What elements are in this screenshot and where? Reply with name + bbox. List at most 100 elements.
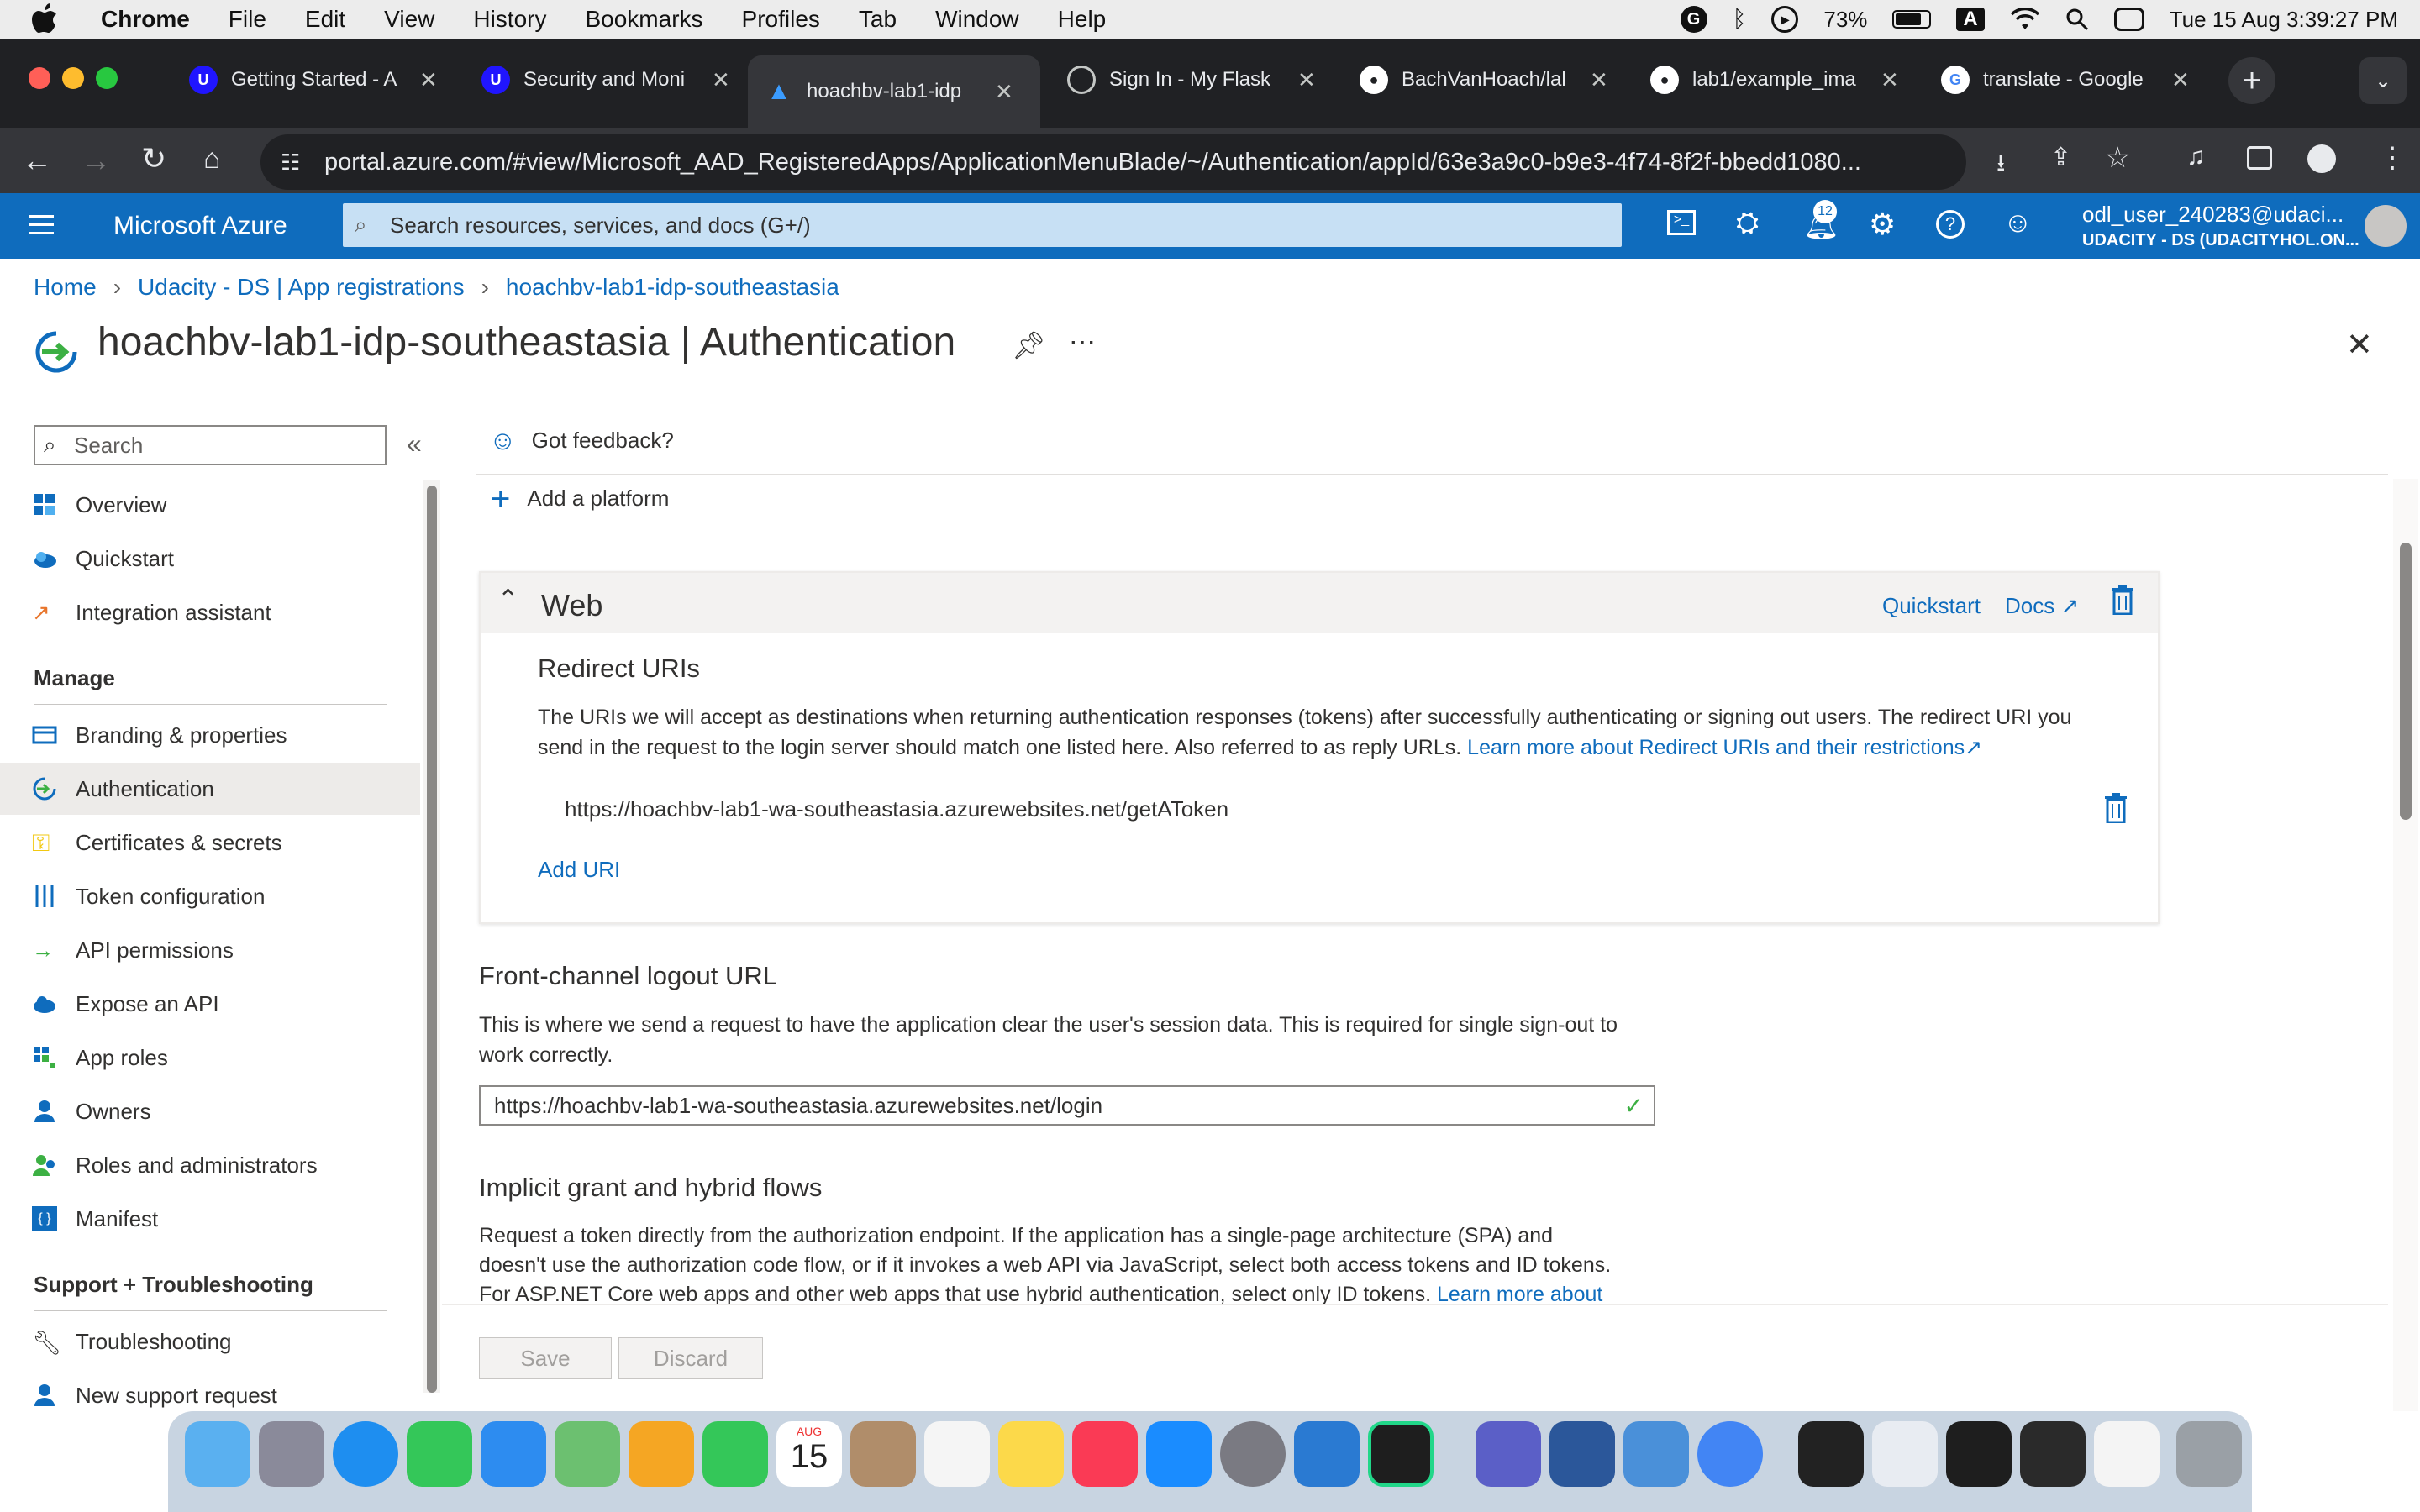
site-info-icon[interactable]: ☷ <box>281 150 300 176</box>
notes-icon[interactable] <box>998 1421 1064 1487</box>
grammarly-icon[interactable]: G <box>1680 6 1707 33</box>
close-window-button[interactable] <box>29 67 50 89</box>
menu-file[interactable]: File <box>229 6 266 33</box>
forward-icon[interactable]: → <box>81 143 111 178</box>
feedback-button[interactable]: ☺ Got feedback? <box>489 425 674 456</box>
browser-tab[interactable]: ● lab1/example_ima ✕ <box>1634 50 1911 109</box>
sidebar-item-api-permissions[interactable]: → API permissions <box>0 924 420 976</box>
calendar-icon[interactable]: AUG 15 <box>776 1421 842 1487</box>
menubar-clock[interactable]: Tue 15 Aug 3:39:27 PM <box>2170 7 2398 33</box>
add-uri-link[interactable]: Add URI <box>538 857 620 883</box>
redirect-uri-value[interactable]: https://hoachbv-lab1-wa-southeastasia.az… <box>565 796 1228 822</box>
cloud-shell-icon[interactable]: >_ <box>1667 210 1696 235</box>
menu-edit[interactable]: Edit <box>305 6 345 33</box>
close-tab-icon[interactable]: ✕ <box>1590 67 1608 93</box>
menu-help[interactable]: Help <box>1058 6 1107 33</box>
account-menu[interactable]: odl_user_240283@udaci... UDACITY - DS (U… <box>2082 202 2360 250</box>
browser-tab[interactable]: Sign In - My Flask ✕ <box>1050 50 1328 109</box>
menu-view[interactable]: View <box>384 6 434 33</box>
install-app-icon[interactable]: ⭳ <box>1996 144 2006 187</box>
close-tab-icon[interactable]: ✕ <box>419 67 438 93</box>
delete-platform-icon[interactable] <box>2111 585 2134 615</box>
breadcrumb-app-registrations[interactable]: Udacity - DS | App registrations <box>138 274 465 301</box>
spotlight-search-icon[interactable] <box>2065 8 2089 31</box>
battery-icon[interactable] <box>1892 10 1932 29</box>
redirect-learn-more-link[interactable]: Learn more about Redirect URIs and their… <box>1467 736 1982 759</box>
reload-icon[interactable]: ↻ <box>141 141 166 176</box>
portal-menu-icon[interactable] <box>29 215 54 234</box>
menu-profiles[interactable]: Profiles <box>742 6 820 33</box>
pycharm-icon[interactable] <box>1368 1421 1434 1487</box>
maps-icon[interactable] <box>555 1421 620 1487</box>
avatar[interactable] <box>2365 205 2407 247</box>
play-icon[interactable]: ▶ <box>1771 6 1799 33</box>
pycharm-window-icon[interactable] <box>2020 1421 2086 1487</box>
app-store-icon[interactable] <box>1146 1421 1212 1487</box>
sidebar-item-expose-api[interactable]: Expose an API <box>0 978 420 1030</box>
sidebar-item-token-configuration[interactable]: Token configuration <box>0 870 420 922</box>
back-icon[interactable]: ← <box>22 143 52 178</box>
close-tab-icon[interactable]: ✕ <box>1297 67 1316 93</box>
more-options-icon[interactable]: ⋯ <box>1069 326 1096 358</box>
profile-icon[interactable] <box>2307 144 2336 173</box>
wifi-icon[interactable] <box>2010 8 2040 31</box>
messages-icon[interactable] <box>407 1421 472 1487</box>
home-icon[interactable]: ⌂ <box>203 143 221 176</box>
trash-icon[interactable] <box>2176 1421 2242 1487</box>
launchpad-icon[interactable] <box>259 1421 324 1487</box>
pin-icon[interactable]: 📌︎ <box>1012 329 1046 361</box>
minimize-window-button[interactable] <box>62 67 84 89</box>
settings-gear-icon[interactable]: ⚙ <box>1869 207 1896 242</box>
system-settings-icon[interactable] <box>1220 1421 1286 1487</box>
bookmark-star-icon[interactable]: ☆ <box>2105 141 2130 175</box>
docs-link[interactable]: Docs ↗ <box>2005 593 2079 619</box>
sidebar-item-owners[interactable]: Owners <box>0 1085 420 1137</box>
preview-window-icon[interactable] <box>1872 1421 1938 1487</box>
browser-tab[interactable]: U Getting Started - A ✕ <box>172 50 450 109</box>
browser-tab[interactable]: ● BachVanHoach/lal ✕ <box>1343 50 1620 109</box>
breadcrumb-home[interactable]: Home <box>34 274 97 301</box>
close-tab-icon[interactable]: ✕ <box>2171 67 2190 93</box>
chevron-up-icon[interactable]: ⌃ <box>497 585 518 614</box>
reminders-icon[interactable] <box>924 1421 990 1487</box>
menu-tab[interactable]: Tab <box>859 6 897 33</box>
terminal-window-icon[interactable] <box>1798 1421 1864 1487</box>
sidebar-item-certificates[interactable]: ⚿ Certificates & secrets <box>0 816 420 869</box>
tab-search-button[interactable]: ⌄ <box>2360 57 2407 104</box>
close-blade-icon[interactable]: ✕ <box>2346 326 2373 364</box>
media-control-icon[interactable]: ♫ <box>2186 143 2206 171</box>
delete-uri-icon[interactable] <box>2104 793 2128 823</box>
sidebar-item-troubleshooting[interactable]: 🔧︎ Troubleshooting <box>0 1315 420 1368</box>
teams-icon[interactable] <box>1476 1421 1541 1487</box>
document-window-icon[interactable] <box>2094 1421 2160 1487</box>
sidebar-scrollbar[interactable] <box>424 480 440 1393</box>
music-icon[interactable] <box>1072 1421 1138 1487</box>
browser-tab-active[interactable]: ▲ hoachbv-lab1-idp ✕ <box>748 55 1040 128</box>
sidebar-item-roles-admins[interactable]: Roles and administrators <box>0 1139 420 1191</box>
side-panel-icon[interactable] <box>2247 146 2272 170</box>
finder-icon[interactable] <box>185 1421 250 1487</box>
mail-icon[interactable] <box>481 1421 546 1487</box>
share-icon[interactable]: ⇪ <box>2050 143 2071 172</box>
zoom-window-button[interactable] <box>96 67 118 89</box>
breadcrumb-app[interactable]: hoachbv-lab1-idp-southeastasia <box>506 274 839 301</box>
quickstart-link[interactable]: Quickstart <box>1882 593 1981 619</box>
sidebar-item-manifest[interactable]: { } Manifest <box>0 1193 420 1245</box>
main-scrollbar[interactable] <box>2393 479 2418 1411</box>
sidebar-item-quickstart[interactable]: Quickstart <box>0 533 420 585</box>
close-tab-icon[interactable]: ✕ <box>1881 67 1899 93</box>
safari-icon[interactable] <box>333 1421 398 1487</box>
photos-icon[interactable] <box>629 1421 694 1487</box>
facetime-icon[interactable] <box>702 1421 768 1487</box>
address-bar[interactable]: ☷ portal.azure.com/#view/Microsoft_AAD_R… <box>260 134 1966 190</box>
control-center-icon[interactable] <box>2113 8 2144 31</box>
close-tab-icon[interactable]: ✕ <box>995 79 1013 105</box>
contacts-icon[interactable] <box>850 1421 916 1487</box>
add-platform-button[interactable]: + Add a platform <box>491 482 669 516</box>
vscode-icon[interactable] <box>1294 1421 1360 1487</box>
sidebar-item-overview[interactable]: Overview <box>0 479 420 531</box>
menubar-app-name[interactable]: Chrome <box>101 6 190 33</box>
menu-window[interactable]: Window <box>935 6 1019 33</box>
close-tab-icon[interactable]: ✕ <box>712 67 730 93</box>
chrome-menu-icon[interactable]: ⋮ <box>2378 141 2407 175</box>
